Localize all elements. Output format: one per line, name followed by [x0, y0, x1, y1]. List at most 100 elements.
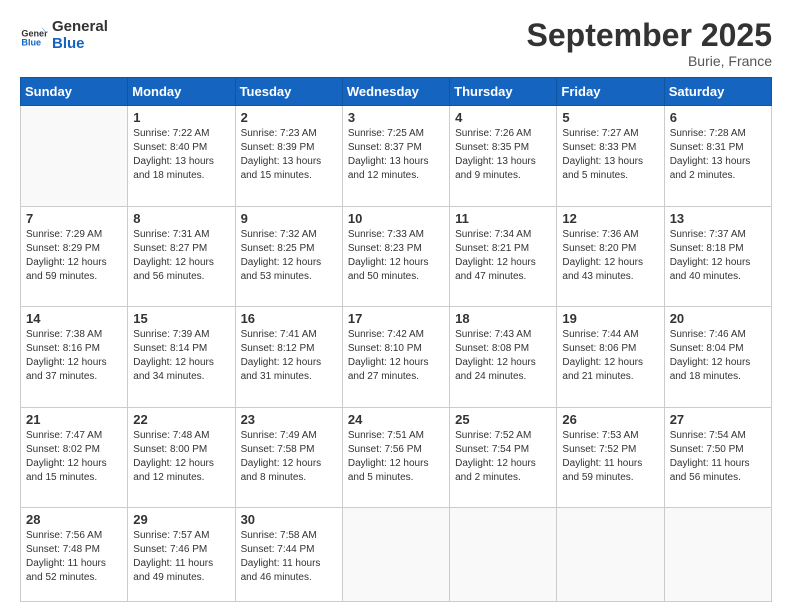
- location: Burie, France: [527, 53, 772, 69]
- calendar-cell: 23Sunrise: 7:49 AMSunset: 7:58 PMDayligh…: [235, 407, 342, 508]
- calendar-cell: 24 Sunrise: 7:51 AMSunset: 7:56 PMDayligh…: [342, 407, 449, 508]
- calendar-cell: 6Sunrise: 7:28 AMSunset: 8:31 PMDaylight…: [664, 106, 771, 207]
- day-info: Sunrise: 7:23 AMSunset: 8:39 PMDaylight:…: [241, 127, 337, 183]
- day-info: Sunrise: 7:49 AMSunset: 7:58 PMDaylight:…: [241, 429, 337, 485]
- calendar-cell: 18 Sunrise: 7:43 AMSunset: 8:08 PMDayligh…: [450, 307, 557, 408]
- day-number: 14: [26, 311, 122, 326]
- calendar-row: 14 Sunrise: 7:38 AMSunset: 8:16 PMDayligh…: [21, 307, 772, 408]
- calendar-cell: 7 Sunrise: 7:29 AMSunset: 8:29 PMDaylight…: [21, 206, 128, 307]
- day-number: 16: [241, 311, 337, 326]
- day-info: Sunrise: 7:44 AMSunset: 8:06 PMDaylight:…: [562, 328, 658, 384]
- day-number: 18: [455, 311, 551, 326]
- calendar-cell: 13 Sunrise: 7:37 AMSunset: 8:18 PMDayligh…: [664, 206, 771, 307]
- logo-blue: Blue: [52, 35, 108, 52]
- calendar-cell: 10Sunrise: 7:33 AMSunset: 8:23 PMDayligh…: [342, 206, 449, 307]
- day-number: 19: [562, 311, 658, 326]
- day-info: Sunrise: 7:32 AMSunset: 8:25 PMDaylight:…: [241, 228, 337, 284]
- day-number: 22: [133, 412, 229, 427]
- calendar-cell: 30Sunrise: 7:58 AMSunset: 7:44 PMDayligh…: [235, 508, 342, 602]
- month-title: September 2025: [527, 18, 772, 53]
- day-info: Sunrise: 7:38 AMSunset: 8:16 PMDaylight:…: [26, 328, 122, 384]
- day-info: Sunrise: 7:27 AMSunset: 8:33 PMDaylight:…: [562, 127, 658, 183]
- calendar-cell: 28Sunrise: 7:56 AMSunset: 7:48 PMDayligh…: [21, 508, 128, 602]
- day-info: Sunrise: 7:56 AMSunset: 7:48 PMDaylight:…: [26, 529, 122, 585]
- calendar-cell: 8 Sunrise: 7:31 AMSunset: 8:27 PMDaylight…: [128, 206, 235, 307]
- day-info: Sunrise: 7:48 AMSunset: 8:00 PMDaylight:…: [133, 429, 229, 485]
- calendar-cell: 19 Sunrise: 7:44 AMSunset: 8:06 PMDayligh…: [557, 307, 664, 408]
- day-info: Sunrise: 7:43 AMSunset: 8:08 PMDaylight:…: [455, 328, 551, 384]
- day-info: Sunrise: 7:29 AMSunset: 8:29 PMDaylight:…: [26, 228, 122, 284]
- calendar-cell: 2 Sunrise: 7:23 AMSunset: 8:39 PMDaylight…: [235, 106, 342, 207]
- day-info: Sunrise: 7:58 AMSunset: 7:44 PMDaylight:…: [241, 529, 337, 585]
- day-info: Sunrise: 7:41 AMSunset: 8:12 PMDaylight:…: [241, 328, 337, 384]
- calendar-cell: 4Sunrise: 7:26 AMSunset: 8:35 PMDaylight…: [450, 106, 557, 207]
- day-number: 17: [348, 311, 444, 326]
- day-number: 2: [241, 110, 337, 125]
- calendar-cell: [342, 508, 449, 602]
- weekday-header: Thursday: [450, 78, 557, 106]
- day-number: 8: [133, 211, 229, 226]
- calendar-cell: 27 Sunrise: 7:54 AMSunset: 7:50 PMDayligh…: [664, 407, 771, 508]
- calendar-cell: [450, 508, 557, 602]
- day-info: Sunrise: 7:52 AMSunset: 7:54 PMDaylight:…: [455, 429, 551, 485]
- calendar-body: 1 Sunrise: 7:22 AMSunset: 8:40 PMDaylight…: [21, 106, 772, 602]
- calendar-table: SundayMondayTuesdayWednesdayThursdayFrid…: [20, 77, 772, 602]
- weekday-header: Sunday: [21, 78, 128, 106]
- day-number: 21: [26, 412, 122, 427]
- svg-text:Blue: Blue: [21, 38, 41, 48]
- day-number: 24: [348, 412, 444, 427]
- calendar-row: 21 Sunrise: 7:47 AMSunset: 8:02 PMDayligh…: [21, 407, 772, 508]
- calendar-row: 1 Sunrise: 7:22 AMSunset: 8:40 PMDaylight…: [21, 106, 772, 207]
- day-info: Sunrise: 7:53 AMSunset: 7:52 PMDaylight:…: [562, 429, 658, 485]
- day-info: Sunrise: 7:37 AMSunset: 8:18 PMDaylight:…: [670, 228, 766, 284]
- calendar-cell: 26 Sunrise: 7:53 AMSunset: 7:52 PMDayligh…: [557, 407, 664, 508]
- logo-general: General: [52, 18, 108, 35]
- weekday-header: Monday: [128, 78, 235, 106]
- calendar-cell: 1 Sunrise: 7:22 AMSunset: 8:40 PMDaylight…: [128, 106, 235, 207]
- calendar-cell: 22 Sunrise: 7:48 AMSunset: 8:00 PMDayligh…: [128, 407, 235, 508]
- weekday-header: Friday: [557, 78, 664, 106]
- calendar-cell: 3Sunrise: 7:25 AMSunset: 8:37 PMDaylight…: [342, 106, 449, 207]
- day-number: 15: [133, 311, 229, 326]
- day-number: 1: [133, 110, 229, 125]
- day-info: Sunrise: 7:34 AMSunset: 8:21 PMDaylight:…: [455, 228, 551, 284]
- day-number: 5: [562, 110, 658, 125]
- calendar-cell: 12 Sunrise: 7:36 AMSunset: 8:20 PMDayligh…: [557, 206, 664, 307]
- day-number: 6: [670, 110, 766, 125]
- day-number: 26: [562, 412, 658, 427]
- calendar-cell: 16 Sunrise: 7:41 AMSunset: 8:12 PMDayligh…: [235, 307, 342, 408]
- day-info: Sunrise: 7:46 AMSunset: 8:04 PMDaylight:…: [670, 328, 766, 384]
- calendar-cell: 20 Sunrise: 7:46 AMSunset: 8:04 PMDayligh…: [664, 307, 771, 408]
- header: General Blue General Blue September 2025…: [20, 18, 772, 69]
- day-number: 3: [348, 110, 444, 125]
- calendar-cell: 29Sunrise: 7:57 AMSunset: 7:46 PMDayligh…: [128, 508, 235, 602]
- day-info: Sunrise: 7:47 AMSunset: 8:02 PMDaylight:…: [26, 429, 122, 485]
- day-info: Sunrise: 7:42 AMSunset: 8:10 PMDaylight:…: [348, 328, 444, 384]
- calendar-row: 7 Sunrise: 7:29 AMSunset: 8:29 PMDaylight…: [21, 206, 772, 307]
- day-number: 25: [455, 412, 551, 427]
- day-number: 4: [455, 110, 551, 125]
- day-number: 11: [455, 211, 551, 226]
- day-info: Sunrise: 7:54 AMSunset: 7:50 PMDaylight:…: [670, 429, 766, 485]
- day-info: Sunrise: 7:51 AMSunset: 7:56 PMDaylight:…: [348, 429, 444, 485]
- day-info: Sunrise: 7:36 AMSunset: 8:20 PMDaylight:…: [562, 228, 658, 284]
- calendar-cell: [664, 508, 771, 602]
- day-number: 27: [670, 412, 766, 427]
- day-info: Sunrise: 7:57 AMSunset: 7:46 PMDaylight:…: [133, 529, 229, 585]
- calendar-cell: 5 Sunrise: 7:27 AMSunset: 8:33 PMDaylight…: [557, 106, 664, 207]
- title-block: September 2025 Burie, France: [527, 18, 772, 69]
- calendar-header: SundayMondayTuesdayWednesdayThursdayFrid…: [21, 78, 772, 106]
- day-number: 12: [562, 211, 658, 226]
- day-info: Sunrise: 7:22 AMSunset: 8:40 PMDaylight:…: [133, 127, 229, 183]
- day-number: 13: [670, 211, 766, 226]
- calendar-cell: 21 Sunrise: 7:47 AMSunset: 8:02 PMDayligh…: [21, 407, 128, 508]
- calendar-row: 28Sunrise: 7:56 AMSunset: 7:48 PMDayligh…: [21, 508, 772, 602]
- day-info: Sunrise: 7:31 AMSunset: 8:27 PMDaylight:…: [133, 228, 229, 284]
- calendar-cell: 11 Sunrise: 7:34 AMSunset: 8:21 PMDayligh…: [450, 206, 557, 307]
- calendar-cell: 15 Sunrise: 7:39 AMSunset: 8:14 PMDayligh…: [128, 307, 235, 408]
- calendar-cell: 14 Sunrise: 7:38 AMSunset: 8:16 PMDayligh…: [21, 307, 128, 408]
- day-number: 20: [670, 311, 766, 326]
- calendar-cell: [557, 508, 664, 602]
- day-info: Sunrise: 7:39 AMSunset: 8:14 PMDaylight:…: [133, 328, 229, 384]
- day-number: 7: [26, 211, 122, 226]
